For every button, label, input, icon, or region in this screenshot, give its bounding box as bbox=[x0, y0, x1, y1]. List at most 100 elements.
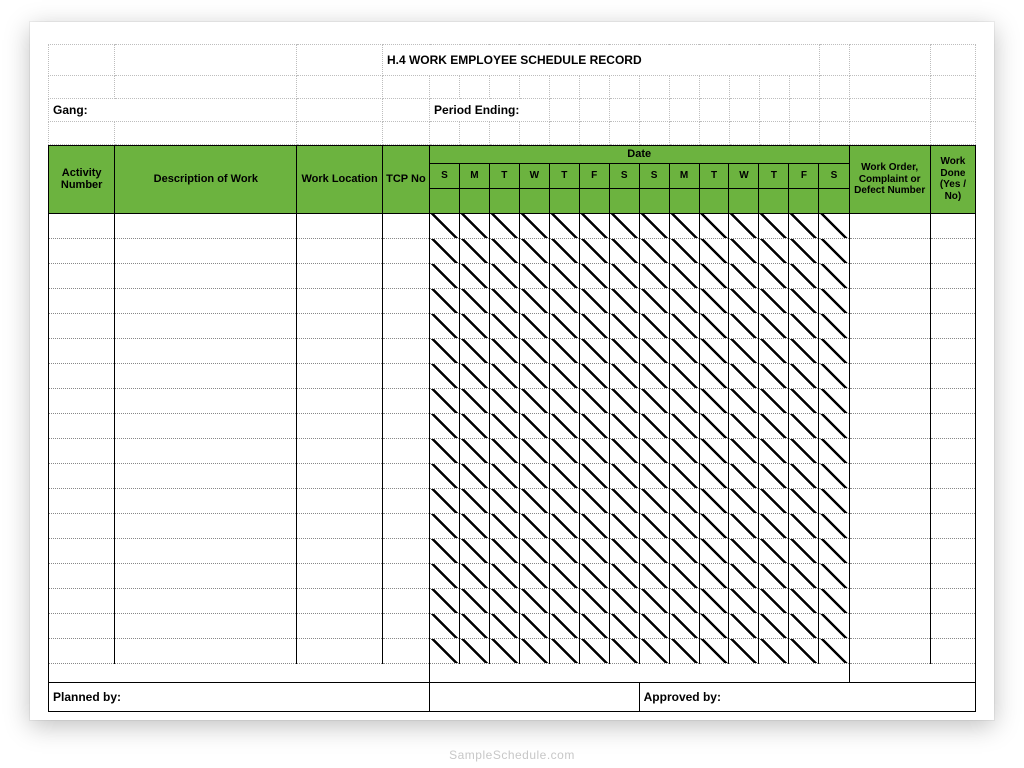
day-cell[interactable] bbox=[759, 563, 789, 588]
day-cell[interactable] bbox=[759, 513, 789, 538]
day-cell[interactable] bbox=[549, 513, 579, 538]
day-cell[interactable] bbox=[609, 288, 639, 313]
data-cell[interactable] bbox=[849, 488, 930, 513]
day-cell[interactable] bbox=[639, 313, 669, 338]
day-cell[interactable] bbox=[699, 488, 729, 513]
day-cell[interactable] bbox=[549, 363, 579, 388]
day-cell[interactable] bbox=[819, 463, 849, 488]
day-cell[interactable] bbox=[579, 313, 609, 338]
data-cell[interactable] bbox=[115, 213, 297, 238]
data-cell[interactable] bbox=[297, 213, 383, 238]
day-cell[interactable] bbox=[579, 338, 609, 363]
day-cell[interactable] bbox=[669, 613, 699, 638]
day-cell[interactable] bbox=[429, 563, 459, 588]
day-cell[interactable] bbox=[759, 588, 789, 613]
data-cell[interactable] bbox=[297, 538, 383, 563]
day-cell[interactable] bbox=[789, 613, 819, 638]
data-cell[interactable] bbox=[115, 513, 297, 538]
day-cell[interactable] bbox=[519, 363, 549, 388]
day-cell[interactable] bbox=[759, 538, 789, 563]
day-cell[interactable] bbox=[519, 238, 549, 263]
data-cell[interactable] bbox=[297, 238, 383, 263]
day-cell[interactable] bbox=[669, 563, 699, 588]
data-cell[interactable] bbox=[297, 363, 383, 388]
data-cell[interactable] bbox=[382, 488, 429, 513]
day-cell[interactable] bbox=[789, 238, 819, 263]
day-cell[interactable] bbox=[789, 538, 819, 563]
data-cell[interactable] bbox=[297, 513, 383, 538]
day-cell[interactable] bbox=[639, 463, 669, 488]
data-cell[interactable] bbox=[49, 638, 115, 663]
day-cell[interactable] bbox=[429, 488, 459, 513]
day-cell[interactable] bbox=[579, 588, 609, 613]
day-cell[interactable] bbox=[729, 363, 759, 388]
data-cell[interactable] bbox=[382, 513, 429, 538]
data-cell[interactable] bbox=[49, 238, 115, 263]
day-cell[interactable] bbox=[609, 588, 639, 613]
day-cell[interactable] bbox=[639, 413, 669, 438]
data-cell[interactable] bbox=[297, 288, 383, 313]
data-cell[interactable] bbox=[297, 638, 383, 663]
day-cell[interactable] bbox=[519, 438, 549, 463]
day-cell[interactable] bbox=[429, 363, 459, 388]
day-cell[interactable] bbox=[789, 563, 819, 588]
day-cell[interactable] bbox=[639, 338, 669, 363]
day-cell[interactable] bbox=[669, 388, 699, 413]
day-cell[interactable] bbox=[819, 563, 849, 588]
data-cell[interactable] bbox=[49, 263, 115, 288]
day-cell[interactable] bbox=[819, 288, 849, 313]
day-cell[interactable] bbox=[489, 213, 519, 238]
day-cell[interactable] bbox=[669, 588, 699, 613]
day-cell[interactable] bbox=[609, 388, 639, 413]
data-cell[interactable] bbox=[115, 613, 297, 638]
day-cell[interactable] bbox=[519, 613, 549, 638]
day-cell[interactable] bbox=[519, 463, 549, 488]
day-cell[interactable] bbox=[639, 588, 669, 613]
data-cell[interactable] bbox=[930, 488, 975, 513]
day-cell[interactable] bbox=[519, 313, 549, 338]
day-cell[interactable] bbox=[669, 363, 699, 388]
data-cell[interactable] bbox=[297, 463, 383, 488]
day-cell[interactable] bbox=[699, 613, 729, 638]
data-cell[interactable] bbox=[930, 313, 975, 338]
day-cell[interactable] bbox=[609, 263, 639, 288]
day-cell[interactable] bbox=[729, 463, 759, 488]
day-cell[interactable] bbox=[759, 463, 789, 488]
day-cell[interactable] bbox=[819, 613, 849, 638]
day-cell[interactable] bbox=[639, 513, 669, 538]
data-cell[interactable] bbox=[49, 538, 115, 563]
day-cell[interactable] bbox=[459, 488, 489, 513]
day-cell[interactable] bbox=[459, 413, 489, 438]
day-cell[interactable] bbox=[549, 638, 579, 663]
data-cell[interactable] bbox=[297, 563, 383, 588]
day-cell[interactable] bbox=[759, 313, 789, 338]
day-cell[interactable] bbox=[549, 463, 579, 488]
day-cell[interactable] bbox=[489, 513, 519, 538]
data-cell[interactable] bbox=[930, 438, 975, 463]
day-cell[interactable] bbox=[519, 538, 549, 563]
day-cell[interactable] bbox=[669, 263, 699, 288]
day-cell[interactable] bbox=[489, 563, 519, 588]
data-cell[interactable] bbox=[49, 513, 115, 538]
day-cell[interactable] bbox=[819, 538, 849, 563]
day-cell[interactable] bbox=[729, 413, 759, 438]
day-cell[interactable] bbox=[669, 638, 699, 663]
data-cell[interactable] bbox=[115, 388, 297, 413]
data-cell[interactable] bbox=[297, 613, 383, 638]
day-cell[interactable] bbox=[549, 313, 579, 338]
day-cell[interactable] bbox=[579, 413, 609, 438]
day-cell[interactable] bbox=[669, 338, 699, 363]
data-cell[interactable] bbox=[849, 588, 930, 613]
day-cell[interactable] bbox=[729, 338, 759, 363]
day-cell[interactable] bbox=[669, 213, 699, 238]
day-cell[interactable] bbox=[549, 538, 579, 563]
day-cell[interactable] bbox=[459, 588, 489, 613]
day-cell[interactable] bbox=[819, 263, 849, 288]
day-cell[interactable] bbox=[759, 388, 789, 413]
data-cell[interactable] bbox=[297, 388, 383, 413]
data-cell[interactable] bbox=[930, 638, 975, 663]
data-cell[interactable] bbox=[930, 213, 975, 238]
data-cell[interactable] bbox=[849, 538, 930, 563]
day-cell[interactable] bbox=[669, 413, 699, 438]
day-cell[interactable] bbox=[579, 363, 609, 388]
